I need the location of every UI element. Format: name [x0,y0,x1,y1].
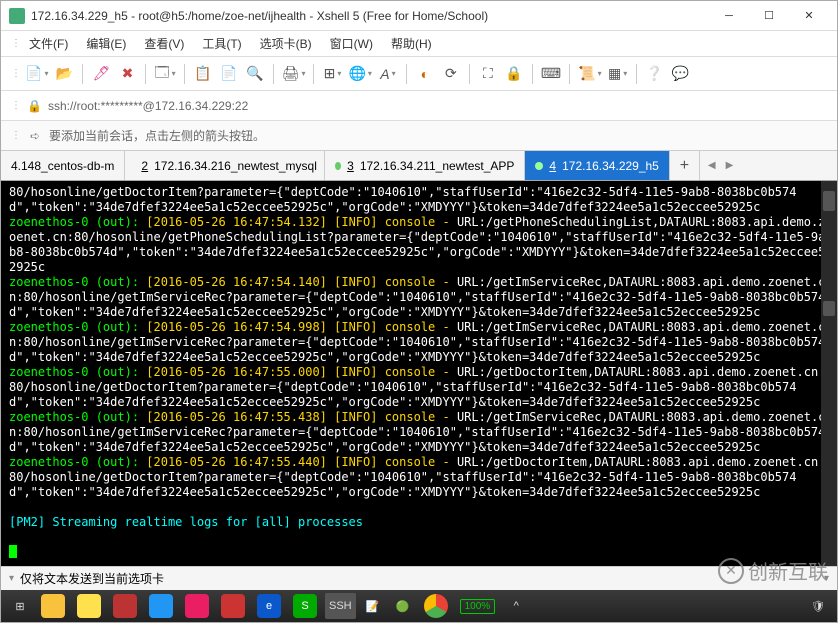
tab-num: 3 [347,159,354,173]
terminal-cursor [9,545,17,558]
statusbar: ▾ 仅将文本发送到当前选项卡 ▾ [1,566,837,590]
lock-button[interactable]: 🔒 [502,62,526,86]
encoding-button[interactable]: 🌐▾ [346,62,373,86]
tab-label: 4.148_centos-db-m [11,159,114,173]
help-button[interactable]: ❔ [643,62,667,86]
minimize-button[interactable]: ─ [709,2,749,30]
task-app-3[interactable] [109,593,141,619]
find-button[interactable]: 🔍 [243,62,267,86]
task-app-2[interactable] [73,593,105,619]
grip-icon: ⋮ [11,100,21,111]
tray-shield-icon[interactable]: 🛡 [805,593,831,619]
task-app-10[interactable]: 📝 [360,593,386,619]
tab-label: 172.16.34.211_newtest_APP [360,159,515,173]
terminal-scrollbar[interactable] [821,181,837,566]
menu-view[interactable]: 查看(V) [136,33,192,54]
task-view-button[interactable]: ⊞ [7,593,33,619]
lock-icon: 🔒 [27,99,42,113]
color-button[interactable]: ◐ [413,62,437,86]
app-icon [9,8,25,24]
toolbar: ⋮ 📄▾ 📂 🖊 ✖ 🗔▾ 📋 📄 🔍 🖨▾ ⊞▾ 🌐▾ A▾ ◐ ⟳ ⛶ 🔒 … [1,57,837,91]
script-button[interactable]: 📜▾ [576,62,603,86]
terminal[interactable]: 80/hosonline/getDoctorItem?parameter={"d… [1,181,837,566]
chat-button[interactable]: 💬 [669,62,693,86]
task-app-11[interactable]: 🟢 [390,593,416,619]
arrow-right-icon[interactable]: ➪ [27,128,43,144]
print-button[interactable]: 🖨▾ [280,62,308,86]
paste-button[interactable]: 📄 [217,62,241,86]
task-app-4[interactable] [145,593,177,619]
menu-file[interactable]: 文件(F) [21,33,76,54]
close-button[interactable]: ✕ [789,2,829,30]
task-xshell[interactable]: SSH [325,593,356,619]
addressbar: ⋮ 🔒 ssh://root:*********@172.16.34.229:2… [1,91,837,121]
refresh-button[interactable]: ⟳ [439,62,463,86]
disconnect-button[interactable]: ✖ [115,62,139,86]
tab-3[interactable]: 4 172.16.34.229_h5 [525,151,669,180]
session-tabs: 4.148_centos-db-m 2 172.16.34.216_newtes… [1,151,837,181]
fullscreen-button[interactable]: ⛶ [476,62,500,86]
tab-nav: ◀ ▶ [700,151,741,180]
add-tab-button[interactable]: + [670,151,700,180]
menu-tabs[interactable]: 选项卡(B) [252,33,320,54]
new-session-button[interactable]: 📄▾ [23,62,50,86]
layout-button[interactable]: ⊞▾ [320,62,344,86]
tab-2[interactable]: 3 172.16.34.211_newtest_APP [325,151,525,180]
task-chrome[interactable] [420,593,452,619]
tab-prev-button[interactable]: ◀ [704,158,720,173]
tab-1[interactable]: 2 172.16.34.216_newtest_mysql [125,151,325,180]
task-app-5[interactable] [181,593,213,619]
taskbar: ⊞ e S SSH 📝 🟢 100% ^ 🛡 [1,590,837,622]
tray-expand-icon[interactable]: ^ [503,593,529,619]
window-controls: ─ ☐ ✕ [709,2,829,30]
task-edge[interactable]: e [253,593,285,619]
dropdown-icon[interactable]: ▾ [9,573,14,584]
task-app-6[interactable] [217,593,249,619]
infobar: ⋮ ➪ 要添加当前会话，点击左侧的箭头按钮。 [1,121,837,151]
grip-icon: ⋮ [11,38,19,49]
menu-window[interactable]: 窗口(W) [322,33,381,54]
view-button[interactable]: ▦▾ [606,62,630,86]
menubar: ⋮ 文件(F) 编辑(E) 查看(V) 工具(T) 选项卡(B) 窗口(W) 帮… [1,31,837,57]
tab-0[interactable]: 4.148_centos-db-m [1,151,125,180]
keyboard-button[interactable]: ⌨ [539,62,563,86]
tab-label: 172.16.34.216_newtest_mysql [154,159,317,173]
menu-tools[interactable]: 工具(T) [194,33,249,54]
infobar-message: 要添加当前会话，点击左侧的箭头按钮。 [49,127,265,144]
copy-button[interactable]: 📋 [191,62,215,86]
task-battery[interactable]: 100% [456,593,500,619]
titlebar: 172.16.34.229_h5 - root@h5:/home/zoe-net… [1,1,837,31]
address-text[interactable]: ssh://root:*********@172.16.34.229:22 [48,99,248,113]
tab-num: 4 [549,159,556,173]
grip-icon: ⋮ [11,130,21,141]
grip-icon: ⋮ [11,68,21,79]
statusbar-menu-icon[interactable]: ▾ [824,573,829,584]
reconnect-button[interactable]: 🖊 [89,62,113,86]
tab-label: 172.16.34.229_h5 [562,159,659,173]
open-button[interactable]: 📂 [52,62,76,86]
font-button[interactable]: A▾ [376,62,400,86]
task-app-1[interactable] [37,593,69,619]
tab-next-button[interactable]: ▶ [722,158,738,173]
app-window: 172.16.34.229_h5 - root@h5:/home/zoe-net… [0,0,838,623]
status-dot-icon [335,162,341,170]
statusbar-text: 仅将文本发送到当前选项卡 [20,570,164,587]
window-title: 172.16.34.229_h5 - root@h5:/home/zoe-net… [31,9,709,23]
menu-help[interactable]: 帮助(H) [383,33,440,54]
maximize-button[interactable]: ☐ [749,2,789,30]
status-dot-icon [535,162,543,170]
task-app-8[interactable]: S [289,593,321,619]
menu-edit[interactable]: 编辑(E) [78,33,134,54]
properties-button[interactable]: 🗔▾ [152,62,177,86]
tab-num: 2 [141,159,148,173]
